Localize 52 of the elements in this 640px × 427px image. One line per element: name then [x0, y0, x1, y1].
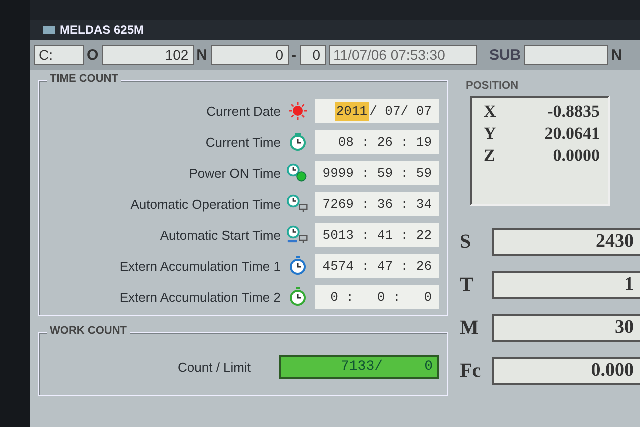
time-value-field: 0 : 0 : 0: [315, 285, 439, 309]
axis-value: 0.0000: [553, 146, 600, 166]
block-number-field: 0: [300, 45, 326, 65]
clock-operation-icon: [287, 194, 309, 214]
modal-value-field: 1: [492, 271, 640, 299]
count-label: Count / Limit: [178, 360, 251, 374]
time-label: Automatic Operation Time: [130, 196, 281, 212]
time-label: Extern Accumulation Time 2: [120, 290, 281, 304]
mode-field: C:: [34, 45, 84, 65]
field-label: SUB: [490, 46, 522, 64]
clock-start-icon: [287, 225, 309, 245]
time-value-field: 08 : 26 : 19: [315, 130, 439, 154]
datetime-field: 11/07/06 07:53:30: [328, 45, 477, 65]
modal-value-field: 2430: [492, 228, 640, 256]
modal-value-field: 30: [492, 314, 640, 342]
group-title: TIME COUNT: [47, 73, 122, 85]
axis-value: -0.8835: [548, 102, 600, 122]
field-label: O: [87, 46, 99, 64]
modal-label: Fc: [460, 360, 482, 382]
axis-label: Z: [484, 146, 496, 166]
time-label: Power ON Time: [189, 166, 281, 180]
modal-label: S: [460, 230, 472, 254]
alarm-clock-icon: [287, 132, 309, 152]
stopwatch-icon: [287, 256, 309, 276]
window-title: MELDAS 625M: [60, 23, 144, 37]
time-value-field: 9999 : 59 : 59: [315, 161, 439, 185]
axis-value: 20.0641: [544, 124, 600, 144]
axis-label: Y: [484, 124, 496, 144]
sequence-number-field: 0: [210, 45, 289, 65]
sun-icon: [287, 101, 309, 121]
time-label: Current Date: [206, 104, 281, 118]
modal-value-field: 0.000: [492, 357, 640, 385]
count-field: 7133/ 0: [279, 355, 439, 379]
app-icon: [42, 24, 56, 36]
stopwatch-icon: [287, 287, 309, 307]
time-label: Automatic Start Time: [160, 228, 281, 242]
time-label: Extern Accumulation Time 1: [120, 258, 281, 274]
field-label: N: [611, 46, 622, 64]
group-title: WORK COUNT: [47, 325, 130, 337]
panel-title: POSITION: [466, 80, 520, 92]
clock-power-icon: [287, 163, 309, 183]
time-value-field: 4574 : 47 : 26: [315, 254, 439, 278]
axis-label: X: [484, 102, 496, 122]
time-value-field: 2011/ 07/ 07: [315, 99, 439, 123]
time-label: Current Time: [206, 134, 281, 150]
time-value-field: 5013 : 41 : 22: [315, 223, 439, 247]
modal-label: M: [460, 316, 480, 340]
separator-text: -: [292, 46, 297, 64]
program-number-field: 102: [102, 45, 194, 65]
field-label: N: [196, 46, 208, 64]
modal-label: T: [460, 274, 474, 296]
time-value-field: 7269 : 36 : 34: [315, 192, 439, 216]
